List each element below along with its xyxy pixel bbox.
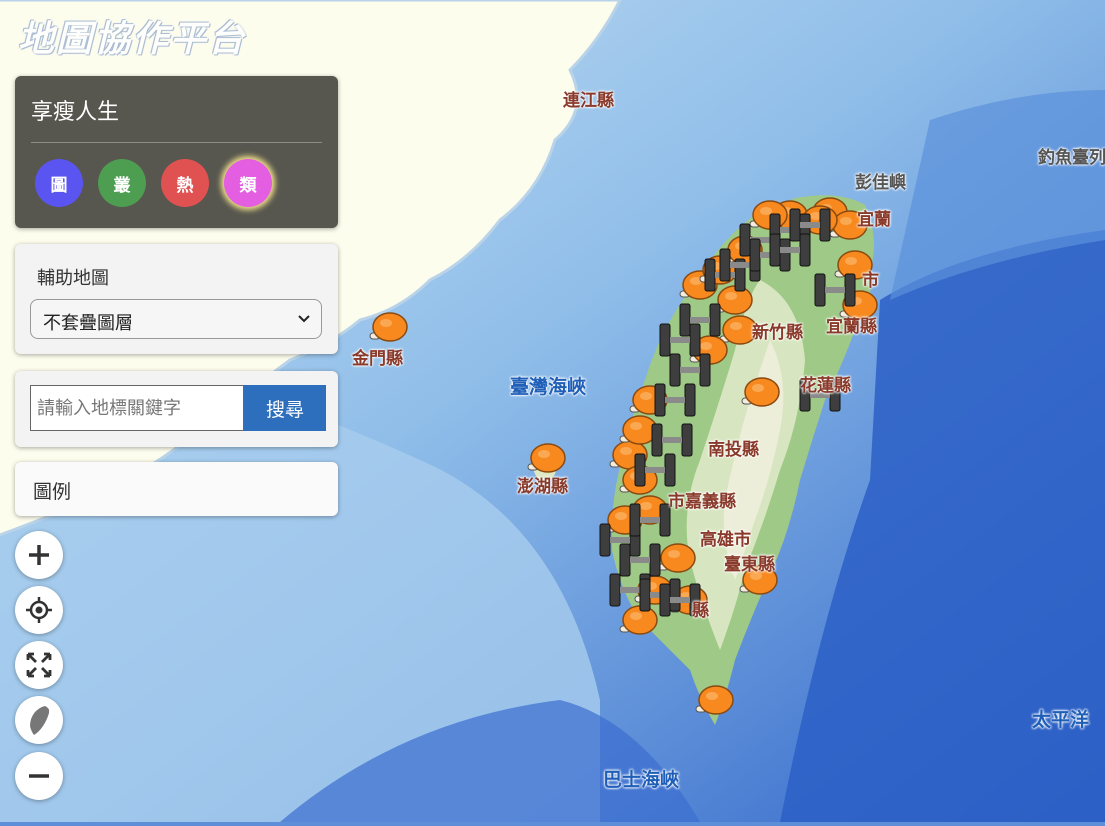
dumbbell-marker-icon[interactable] <box>654 383 696 417</box>
locate-button[interactable] <box>15 586 63 634</box>
map-label-yilan: 宜蘭 <box>857 210 891 230</box>
fullscreen-button[interactable] <box>15 641 63 689</box>
drumstick-marker-icon[interactable] <box>369 312 408 342</box>
drumstick-marker-icon[interactable] <box>619 605 658 635</box>
drumstick-marker-icon[interactable] <box>695 685 734 715</box>
map-label-yilan-county: 宜蘭縣 <box>826 317 877 337</box>
map-label-taidong: 臺東縣 <box>724 555 775 575</box>
basemap-label: 輔助地圖 <box>37 268 109 289</box>
map-label-bashi: 巴士海峽 <box>603 769 680 791</box>
divider <box>31 142 322 143</box>
map-label-xinzhu: 新竹縣 <box>752 323 803 343</box>
fullscreen-icon <box>26 652 52 678</box>
map-view-button[interactable]: 圖 <box>35 159 83 207</box>
zoom-out-icon <box>29 774 49 778</box>
zoom-in-icon <box>29 545 49 565</box>
map-label-penghu: 澎湖縣 <box>517 477 568 497</box>
drumstick-marker-icon[interactable] <box>714 285 753 315</box>
drumstick-marker-icon[interactable] <box>619 415 658 445</box>
taiwan-icon <box>30 706 50 735</box>
map-label-lianjiang: 連江縣 <box>563 91 614 111</box>
theme-panel: 享瘦人生 圖 叢 熱 類 <box>15 76 338 228</box>
map-label-taiwan-strait: 臺灣海峽 <box>510 376 587 398</box>
search-input[interactable] <box>30 385 244 431</box>
map-label-hualian: 花蓮縣 <box>800 376 851 396</box>
chevron-down-icon <box>297 311 311 331</box>
map-label-ping: 縣 <box>692 601 709 621</box>
theme-title: 享瘦人生 <box>31 100 120 125</box>
drumstick-marker-icon[interactable] <box>527 443 566 473</box>
drumstick-marker-icon[interactable] <box>657 543 696 573</box>
map-label-jinmen: 金門縣 <box>352 349 403 369</box>
zoom-out-button[interactable] <box>15 752 63 800</box>
map-label-nantou: 南投縣 <box>708 440 759 460</box>
map-label-chiayi: 市嘉義縣 <box>668 492 736 512</box>
category-view-button[interactable]: 類 <box>224 159 272 207</box>
heat-view-button[interactable]: 熱 <box>161 159 209 207</box>
taiwan-extent-button[interactable] <box>15 696 63 744</box>
search-panel: 搜尋 <box>15 371 338 447</box>
drumstick-marker-icon[interactable] <box>749 200 788 230</box>
basemap-selected-value: 不套疊圖層 <box>43 313 133 334</box>
dumbbell-marker-icon[interactable] <box>651 423 693 457</box>
basemap-panel: 輔助地圖 不套疊圖層 <box>15 244 338 354</box>
map-label-pengjia: 彭佳嶼 <box>855 173 906 193</box>
map-label-kaohsiung: 高雄市 <box>700 530 751 550</box>
map-label-diaoyu: 釣魚臺列 <box>1038 148 1105 168</box>
legend-panel[interactable]: 圖例 <box>15 462 338 516</box>
map-label-pacific: 太平洋 <box>1032 709 1090 731</box>
locate-icon <box>26 597 52 623</box>
drumstick-marker-icon[interactable] <box>741 377 780 407</box>
legend-label: 圖例 <box>33 481 72 503</box>
basemap-select[interactable]: 不套疊圖層 <box>30 299 322 339</box>
zoom-in-button[interactable] <box>15 531 63 579</box>
app-watermark: 地圖協作平台 <box>18 19 247 60</box>
search-button[interactable]: 搜尋 <box>244 385 326 431</box>
cluster-view-button[interactable]: 叢 <box>98 159 146 207</box>
dumbbell-marker-icon[interactable] <box>814 273 856 307</box>
map-label-taipei: 市 <box>862 271 879 291</box>
